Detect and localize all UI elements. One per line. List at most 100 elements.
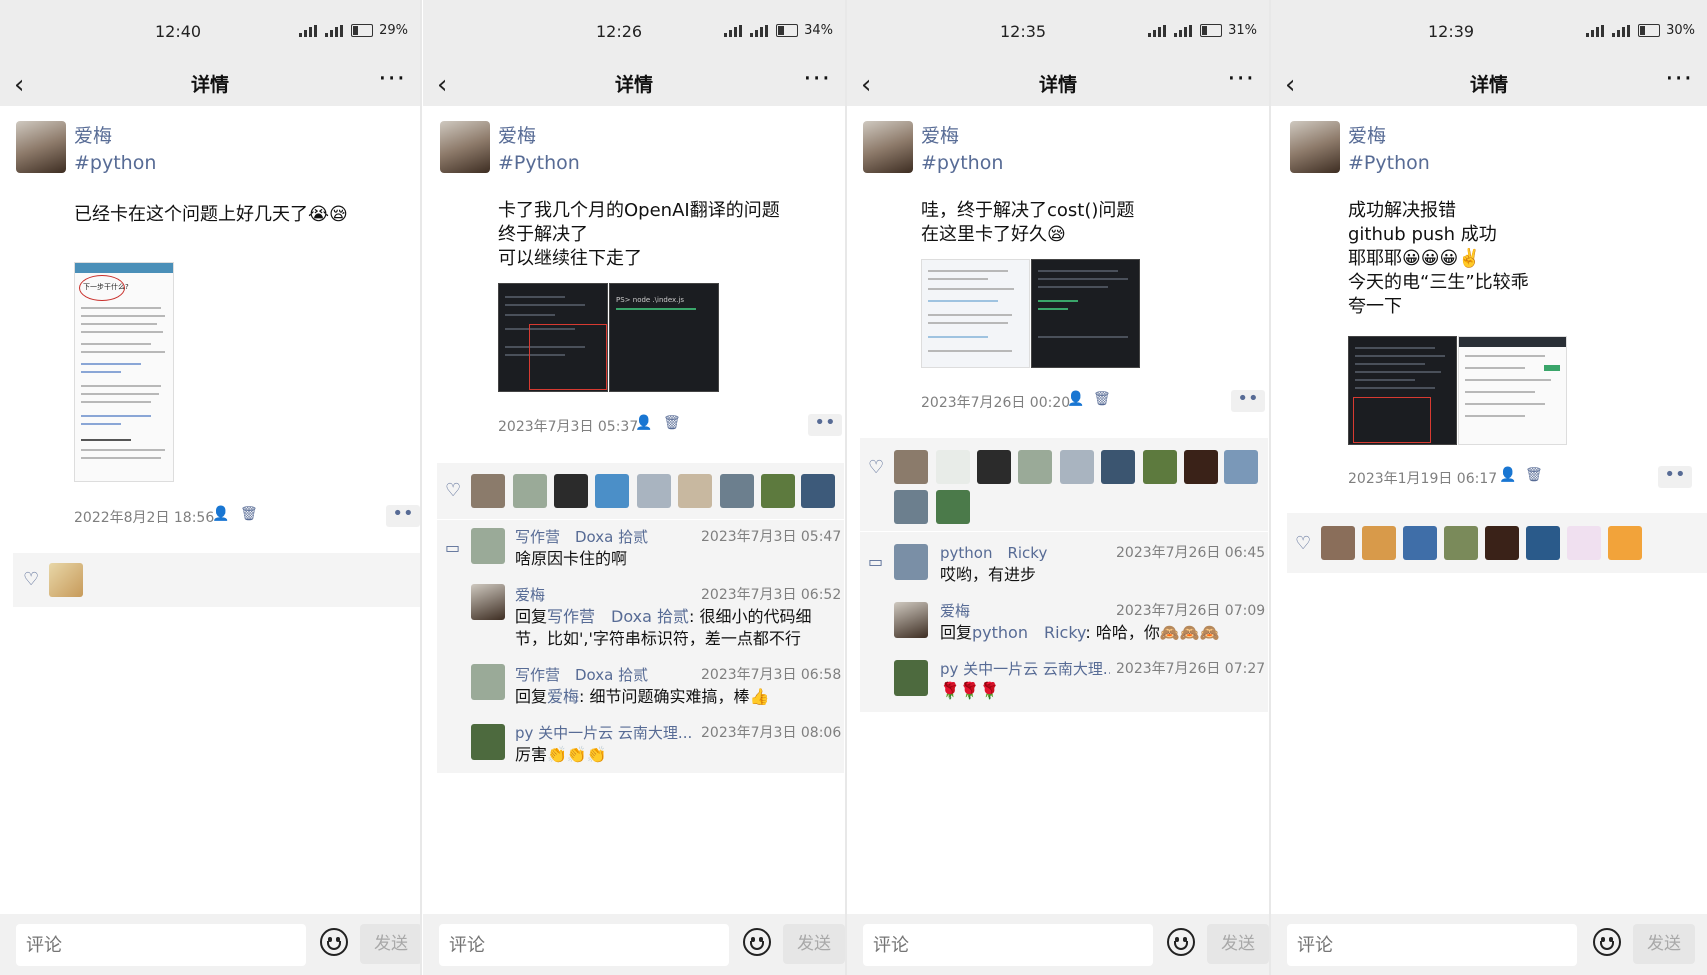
like-avatar[interactable] [1362, 526, 1396, 560]
hashtag[interactable]: #python [74, 152, 156, 174]
comment-avatar[interactable] [894, 602, 928, 638]
avatar[interactable] [1290, 121, 1340, 173]
nav-bar: ‹ 详情 ··· [1271, 62, 1707, 106]
like-avatar[interactable] [595, 474, 629, 508]
like-avatar[interactable] [801, 474, 835, 508]
avatar[interactable] [440, 121, 490, 173]
like-avatar[interactable] [1224, 450, 1258, 484]
comment-input[interactable] [1287, 924, 1577, 966]
like-avatar[interactable] [894, 490, 928, 524]
post-image[interactable]: 下一步干什么? [74, 262, 174, 482]
avatar[interactable] [16, 121, 66, 173]
comments-section: ▭ 写作营 Doxa 拾贰 2023年7月3日 05:47 啥原因卡住的啊 爱梅… [437, 520, 844, 773]
privacy-icon: 👤 [635, 415, 653, 431]
avatar[interactable] [863, 121, 913, 173]
like-avatar[interactable] [1567, 526, 1601, 560]
emoji-icon[interactable] [743, 928, 771, 956]
action-menu-button[interactable]: •• [1231, 390, 1265, 412]
send-button[interactable]: 发送 [1633, 924, 1695, 964]
heart-icon: ♡ [445, 480, 462, 501]
delete-icon[interactable]: 🗑 [240, 507, 258, 521]
send-button[interactable]: 发送 [783, 924, 845, 964]
comment-input[interactable] [16, 924, 306, 966]
like-avatar[interactable] [1608, 526, 1642, 560]
username[interactable]: 爱梅 [921, 121, 959, 148]
post-image[interactable]: PS> node .\index.js [609, 283, 719, 392]
post-image[interactable] [1031, 259, 1140, 368]
status-time: 12:35 [1000, 22, 1047, 41]
status-bar: 12:35 31% [847, 0, 1269, 62]
comment-avatar[interactable] [471, 584, 505, 620]
post-image[interactable] [1458, 336, 1567, 445]
like-avatar[interactable] [720, 474, 754, 508]
post-text: 已经卡在这个问题上好几天了😭😪 [74, 204, 348, 225]
like-avatar[interactable] [1143, 450, 1177, 484]
heart-icon: ♡ [23, 569, 40, 590]
post-date: 2023年7月26日 00:20 [921, 395, 1071, 411]
comment-author[interactable]: 爱梅 [940, 600, 970, 621]
comment-avatar[interactable] [471, 664, 505, 700]
comment-input[interactable] [863, 924, 1153, 966]
like-avatar[interactable] [1101, 450, 1135, 484]
delete-icon[interactable]: 🗑 [663, 416, 681, 430]
comment-author[interactable]: 写作营 Doxa 拾贰 [515, 664, 648, 685]
like-avatar[interactable] [1060, 450, 1094, 484]
comment-avatar[interactable] [471, 724, 505, 760]
like-avatar[interactable] [1018, 450, 1052, 484]
username[interactable]: 爱梅 [498, 121, 536, 148]
comment-avatar[interactable] [471, 528, 505, 564]
privacy-icon: 👤 [212, 506, 230, 522]
post-image[interactable] [498, 283, 608, 392]
like-avatar[interactable] [471, 474, 505, 508]
like-avatar[interactable] [554, 474, 588, 508]
like-avatar[interactable] [1403, 526, 1437, 560]
like-avatar[interactable] [936, 490, 970, 524]
comment-bar: 发送 [1271, 914, 1707, 975]
post-image[interactable] [921, 259, 1030, 368]
emoji-icon[interactable] [320, 928, 348, 956]
action-menu-button[interactable]: •• [1658, 466, 1692, 488]
delete-icon[interactable]: 🗑 [1525, 468, 1543, 482]
like-avatar[interactable] [1485, 526, 1519, 560]
username[interactable]: 爱梅 [74, 121, 112, 148]
like-avatar[interactable] [761, 474, 795, 508]
more-icon[interactable]: ··· [378, 64, 406, 94]
action-menu-button[interactable]: •• [808, 414, 842, 436]
like-avatar[interactable] [1526, 526, 1560, 560]
comment-avatar[interactable] [894, 544, 928, 580]
comment-author[interactable]: py 关中一片云 云南大理... [940, 658, 1110, 679]
comment-author[interactable]: 写作营 Doxa 拾贰 [515, 526, 648, 547]
more-icon[interactable]: ··· [1227, 64, 1255, 94]
post-text: 卡了我几个月的OpenAI翻译的问题 终于解决了 可以继续往下走了 [498, 200, 780, 269]
like-avatar[interactable] [977, 450, 1011, 484]
comment-avatar[interactable] [894, 660, 928, 696]
post-image[interactable] [1348, 336, 1457, 445]
username[interactable]: 爱梅 [1348, 121, 1386, 148]
hashtag[interactable]: #Python [1348, 152, 1430, 174]
emoji-icon[interactable] [1593, 928, 1621, 956]
comment-author[interactable]: python Ricky [940, 542, 1047, 563]
like-avatar[interactable] [1444, 526, 1478, 560]
more-icon[interactable]: ··· [803, 64, 831, 94]
likes-section: ♡ [860, 438, 1268, 531]
comment-author[interactable]: 爱梅 [515, 584, 545, 605]
delete-icon[interactable]: 🗑 [1093, 392, 1111, 406]
like-avatar[interactable] [49, 563, 83, 597]
action-menu-button[interactable]: •• [386, 505, 420, 527]
send-button[interactable]: 发送 [1207, 924, 1269, 964]
like-avatar[interactable] [637, 474, 671, 508]
comment-author[interactable]: py 关中一片云 云南大理... [515, 722, 695, 743]
send-button[interactable]: 发送 [360, 924, 420, 964]
heart-icon: ♡ [1295, 533, 1312, 554]
like-avatar[interactable] [894, 450, 928, 484]
hashtag[interactable]: #python [921, 152, 1003, 174]
like-avatar[interactable] [513, 474, 547, 508]
hashtag[interactable]: #Python [498, 152, 580, 174]
comment-input[interactable] [439, 924, 729, 966]
like-avatar[interactable] [1321, 526, 1355, 560]
like-avatar[interactable] [1184, 450, 1218, 484]
emoji-icon[interactable] [1167, 928, 1195, 956]
like-avatar[interactable] [936, 450, 970, 484]
like-avatar[interactable] [678, 474, 712, 508]
more-icon[interactable]: ··· [1665, 64, 1693, 94]
